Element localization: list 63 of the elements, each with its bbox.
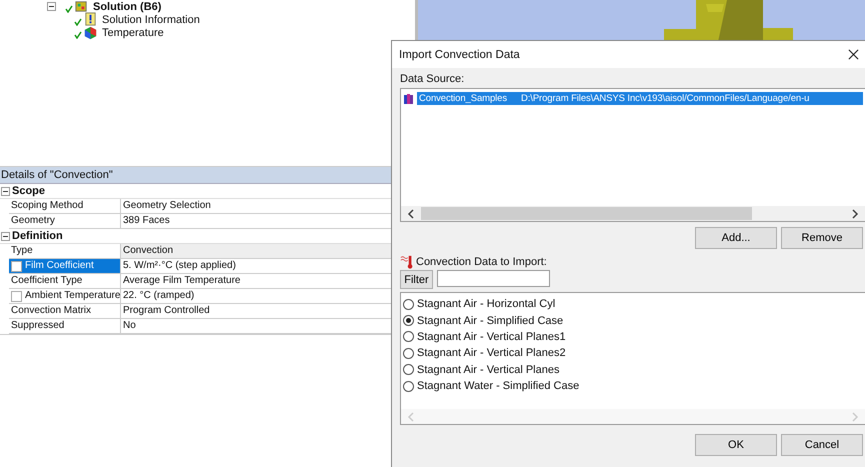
property-value: Program Controlled	[122, 304, 211, 318]
filter-button[interactable]: Filter	[400, 270, 433, 289]
property-name[interactable]: Coefficient Type	[9, 274, 121, 288]
data-source-label: Data Source:	[400, 73, 466, 85]
source-path: D:\Program Files\ANSYS Inc\v193\aisol/CommonFiles/Language/en-u	[520, 93, 810, 104]
close-icon[interactable]	[848, 49, 859, 60]
dialog-button[interactable]: Remove	[781, 227, 863, 249]
radio-button[interactable]	[403, 364, 414, 376]
radio-button[interactable]	[403, 315, 414, 326]
radio-button[interactable]	[403, 331, 414, 342]
collapse-toggle[interactable]	[1, 186, 10, 196]
radio-button[interactable]	[403, 380, 414, 392]
books-icon	[403, 92, 415, 104]
tree-item[interactable]: Solution Information	[102, 14, 200, 26]
import-label: Convection Data to Import:	[416, 256, 547, 268]
property-value: Average Film Temperature	[122, 274, 242, 288]
property-name[interactable]: Convection Matrix	[9, 304, 121, 318]
source-name: Convection_Samples	[419, 93, 507, 104]
dialog-button[interactable]: Cancel	[781, 434, 863, 456]
cube-icon	[83, 25, 98, 40]
property-value: No	[122, 319, 137, 333]
property-name[interactable]: Scoping Method	[9, 199, 121, 213]
radio-button[interactable]	[403, 348, 414, 359]
dialog-title: Import Convection Data	[399, 48, 520, 60]
scroll-right-icon[interactable]	[851, 208, 859, 218]
property-label: Film Coefficient	[25, 259, 94, 273]
property-value: 22. °C (ramped)	[122, 289, 196, 303]
data-source-item[interactable]: Convection_Samples D:\Program Files\ANSYS Inc\v193\aisol/CommonFiles/Language/en-u	[417, 92, 863, 105]
filter-field[interactable]	[437, 270, 550, 287]
radio-option[interactable]: Stagnant Air - Simplified Case	[403, 312, 863, 329]
property-name[interactable]: Geometry	[9, 214, 121, 228]
thermometer-icon	[400, 255, 414, 269]
collapse-toggle[interactable]	[47, 2, 56, 11]
radio-option[interactable]: Stagnant Air - Horizontal Cyl	[403, 296, 863, 312]
dialog-button[interactable]: OK	[695, 434, 777, 456]
property-value: Convection	[121, 244, 392, 258]
radio-option[interactable]: Stagnant Air - Vertical Planes2	[403, 345, 863, 362]
horizontal-scrollbar[interactable]	[401, 206, 865, 221]
property-value: 389 Faces	[122, 214, 171, 228]
panel-title: Details of "Convection"	[0, 167, 392, 184]
tree-item[interactable]: Temperature	[102, 26, 164, 38]
radio-button[interactable]	[403, 298, 414, 310]
group-heading: Scope	[12, 185, 46, 197]
checkbox[interactable]	[11, 260, 22, 272]
data-source-list[interactable]: Convection_Samples D:\Program Files\ANSYS Inc\v193\aisol/CommonFiles/Language/en-u	[400, 88, 865, 222]
group-heading: Definition	[12, 230, 63, 242]
property-name[interactable]: Suppressed	[9, 319, 121, 333]
checkbox[interactable]	[11, 290, 22, 302]
scroll-left-icon[interactable]	[407, 208, 415, 218]
tree-item[interactable]: Solution (B6)	[93, 0, 162, 12]
solution-icon	[74, 0, 89, 14]
property-value: Geometry Selection	[122, 199, 212, 213]
dialog-button[interactable]: Add...	[695, 227, 777, 249]
scroll-right-icon	[851, 412, 859, 422]
radio-option[interactable]: Stagnant Air - Vertical Planes	[403, 362, 863, 378]
scrollbar-thumb[interactable]	[421, 207, 752, 220]
property-name[interactable]: Film Coefficient	[9, 259, 121, 273]
collapse-toggle[interactable]	[1, 232, 10, 240]
radio-option[interactable]: Stagnant Air - Vertical Planes1	[403, 328, 863, 346]
property-value: 5. W/m²·°C (step applied)	[122, 259, 237, 273]
scroll-left-icon	[407, 412, 415, 422]
radio-option[interactable]: Stagnant Water - Simplified Case	[403, 378, 863, 394]
info-sheet-icon	[83, 12, 98, 27]
